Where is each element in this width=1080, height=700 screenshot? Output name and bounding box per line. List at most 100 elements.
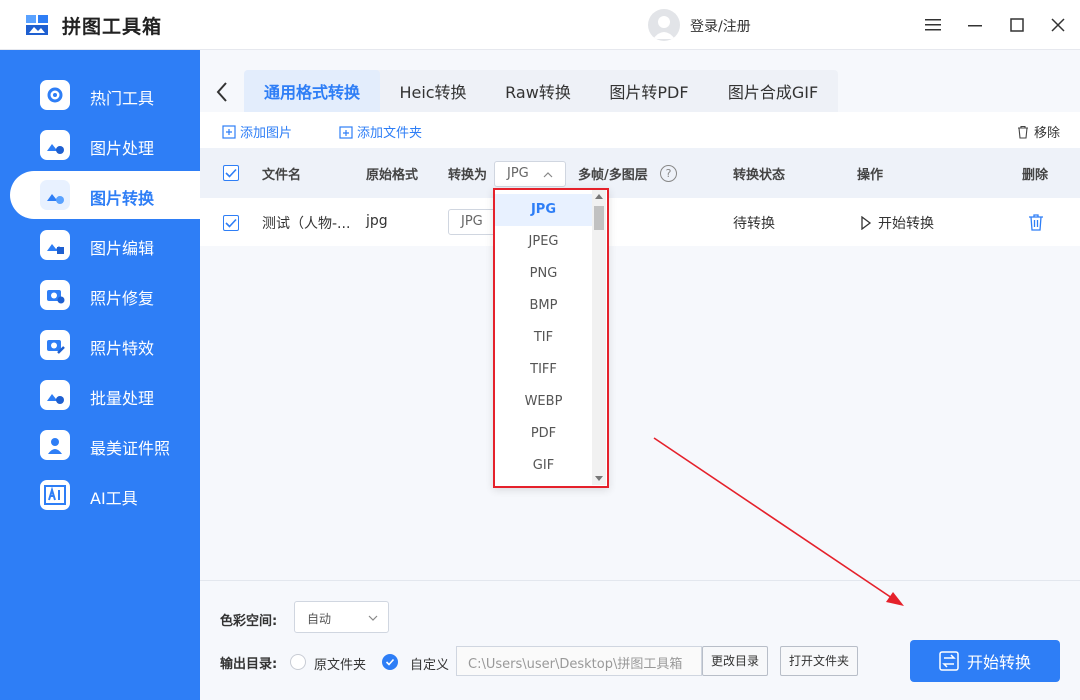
sidebar-item-image-convert[interactable]: 图片转换 bbox=[10, 171, 200, 219]
select-all-checkbox[interactable] bbox=[223, 165, 239, 181]
tab-general-convert[interactable]: 通用格式转换 bbox=[244, 70, 380, 112]
tab-image-to-pdf[interactable]: 图片转PDF bbox=[590, 70, 708, 112]
row-start-convert-link[interactable]: 开始转换 bbox=[860, 213, 934, 233]
format-option-jpg[interactable]: JPG bbox=[495, 194, 592, 226]
convert-to-value: JPG bbox=[507, 166, 529, 181]
check-icon bbox=[385, 658, 395, 666]
sidebar-item-image-processing[interactable]: 图片处理 bbox=[10, 121, 200, 169]
gear-tools-icon bbox=[40, 80, 70, 110]
open-folder-button[interactable]: 打开文件夹 bbox=[780, 646, 858, 676]
row-checkbox[interactable] bbox=[223, 215, 239, 231]
format-option-tiff[interactable]: TIFF bbox=[495, 354, 592, 386]
header-delete: 删除 bbox=[1022, 168, 1049, 183]
format-option-pdf[interactable]: PDF bbox=[495, 418, 592, 450]
sidebar-item-label: AI工具 bbox=[90, 489, 138, 508]
sidebar-item-photo-repair[interactable]: 照片修复 bbox=[10, 271, 200, 319]
tab-bar: 通用格式转换 Heic转换 Raw转换 图片转PDF 图片合成GIF bbox=[200, 70, 1080, 112]
original-folder-radio[interactable] bbox=[290, 654, 306, 670]
check-icon bbox=[225, 218, 237, 228]
title-bar: 拼图工具箱 登录/注册 bbox=[0, 0, 1080, 50]
chevron-up-icon bbox=[543, 172, 553, 178]
image-clock-icon bbox=[40, 130, 70, 160]
start-convert-button[interactable]: 开始转换 bbox=[910, 640, 1060, 682]
color-space-select[interactable]: 自动 bbox=[294, 601, 389, 633]
sidebar-item-label: 批量处理 bbox=[90, 389, 155, 408]
maximize-button[interactable] bbox=[1002, 10, 1032, 40]
back-button[interactable] bbox=[212, 80, 234, 104]
custom-folder-radio[interactable] bbox=[382, 654, 398, 670]
add-image-button[interactable]: 添加图片 bbox=[222, 122, 292, 141]
sidebar-item-batch[interactable]: 批量处理 bbox=[10, 371, 200, 419]
hamburger-menu-icon bbox=[925, 19, 941, 31]
row-action-label: 开始转换 bbox=[878, 216, 934, 232]
tab-heic-convert[interactable]: Heic转换 bbox=[380, 70, 486, 112]
sidebar-item-label: 最美证件照 bbox=[90, 439, 171, 458]
convert-to-select[interactable]: JPG bbox=[494, 161, 566, 187]
original-folder-label: 原文件夹 bbox=[314, 658, 367, 673]
sidebar-item-photo-effects[interactable]: 照片特效 bbox=[10, 321, 200, 369]
user-icon bbox=[653, 16, 675, 39]
scrollbar-thumb[interactable] bbox=[594, 206, 604, 230]
header-filename: 文件名 bbox=[262, 168, 302, 183]
trash-icon bbox=[1018, 125, 1028, 139]
avatar[interactable] bbox=[648, 9, 680, 41]
sidebar-item-label: 图片编辑 bbox=[90, 239, 155, 258]
header-multi-frame: 多帧/多图层 bbox=[578, 168, 648, 183]
camera-plus-icon bbox=[40, 280, 70, 310]
color-space-label: 色彩空间: bbox=[220, 614, 278, 629]
format-dropdown-list: JPG JPEG PNG BMP TIF TIFF WEBP PDF GIF bbox=[495, 190, 592, 485]
close-icon bbox=[1051, 18, 1065, 32]
start-convert-label: 开始转换 bbox=[966, 653, 1031, 672]
close-button[interactable] bbox=[1043, 10, 1073, 40]
table-header: 文件名 原始格式 转换为 多帧/多图层 转换状态 操作 删除 bbox=[200, 148, 1080, 198]
format-option-gif[interactable]: GIF bbox=[495, 450, 592, 482]
sidebar-item-id-photo[interactable]: 最美证件照 bbox=[10, 421, 200, 469]
sidebar-item-image-edit[interactable]: 图片编辑 bbox=[10, 221, 200, 269]
help-icon[interactable]: ? bbox=[660, 165, 677, 182]
image-edit-icon bbox=[40, 230, 70, 260]
minimize-icon bbox=[968, 25, 982, 27]
app-logo-icon bbox=[26, 15, 48, 35]
camera-magic-icon bbox=[40, 330, 70, 360]
remove-button[interactable]: 移除 bbox=[1016, 122, 1060, 141]
change-dir-button[interactable]: 更改目录 bbox=[702, 646, 768, 676]
header-status: 转换状态 bbox=[733, 168, 786, 183]
dropdown-scrollbar[interactable] bbox=[592, 190, 606, 485]
tab-raw-convert[interactable]: Raw转换 bbox=[486, 70, 590, 112]
format-option-webp[interactable]: WEBP bbox=[495, 386, 592, 418]
header-convert-to: 转换为 bbox=[448, 168, 488, 183]
check-icon bbox=[225, 168, 237, 178]
format-option-jpeg[interactable]: JPEG bbox=[495, 226, 592, 258]
format-option-bmp[interactable]: BMP bbox=[495, 290, 592, 322]
output-dir-label: 输出目录: bbox=[220, 657, 278, 672]
row-status: 待转换 bbox=[733, 216, 775, 232]
image-convert-icon bbox=[40, 180, 70, 210]
sidebar-item-label: 图片转换 bbox=[90, 189, 155, 208]
output-path-input[interactable]: C:\Users\user\Desktop\拼图工具箱 bbox=[456, 646, 702, 676]
add-folder-button[interactable]: 添加文件夹 bbox=[339, 122, 422, 141]
chevron-down-icon bbox=[368, 615, 378, 621]
format-option-tif[interactable]: TIF bbox=[495, 322, 592, 354]
table-row[interactable]: 测试（人物-... jpg JPG 待转换 开始转换 bbox=[200, 198, 1080, 246]
row-original-format: jpg bbox=[366, 213, 388, 229]
color-space-value: 自动 bbox=[307, 612, 332, 626]
row-filename: 测试（人物-... bbox=[262, 216, 351, 232]
minimize-button[interactable] bbox=[960, 10, 990, 40]
sidebar-item-ai-tools[interactable]: AI工具 bbox=[10, 471, 200, 519]
sidebar-item-label: 照片修复 bbox=[90, 289, 155, 308]
scroll-up-arrow-icon[interactable] bbox=[595, 194, 603, 199]
delete-row-icon[interactable] bbox=[1028, 213, 1044, 231]
toolbar: 添加图片 添加文件夹 移除 bbox=[200, 112, 1080, 148]
app-title: 拼图工具箱 bbox=[62, 16, 163, 38]
sidebar-item-hot-tools[interactable]: 热门工具 bbox=[10, 71, 200, 119]
chevron-left-icon bbox=[216, 82, 227, 102]
format-dropdown: JPG JPEG PNG BMP TIF TIFF WEBP PDF GIF bbox=[493, 188, 609, 488]
format-option-png[interactable]: PNG bbox=[495, 258, 592, 290]
tab-strip: 通用格式转换 Heic转换 Raw转换 图片转PDF 图片合成GIF bbox=[244, 70, 838, 112]
tab-image-to-gif[interactable]: 图片合成GIF bbox=[708, 70, 838, 112]
scroll-down-arrow-icon[interactable] bbox=[595, 476, 603, 481]
maximize-icon bbox=[1010, 18, 1024, 32]
menu-button[interactable] bbox=[918, 10, 948, 40]
login-register-link[interactable]: 登录/注册 bbox=[690, 16, 751, 36]
sidebar-item-label: 照片特效 bbox=[90, 339, 155, 358]
